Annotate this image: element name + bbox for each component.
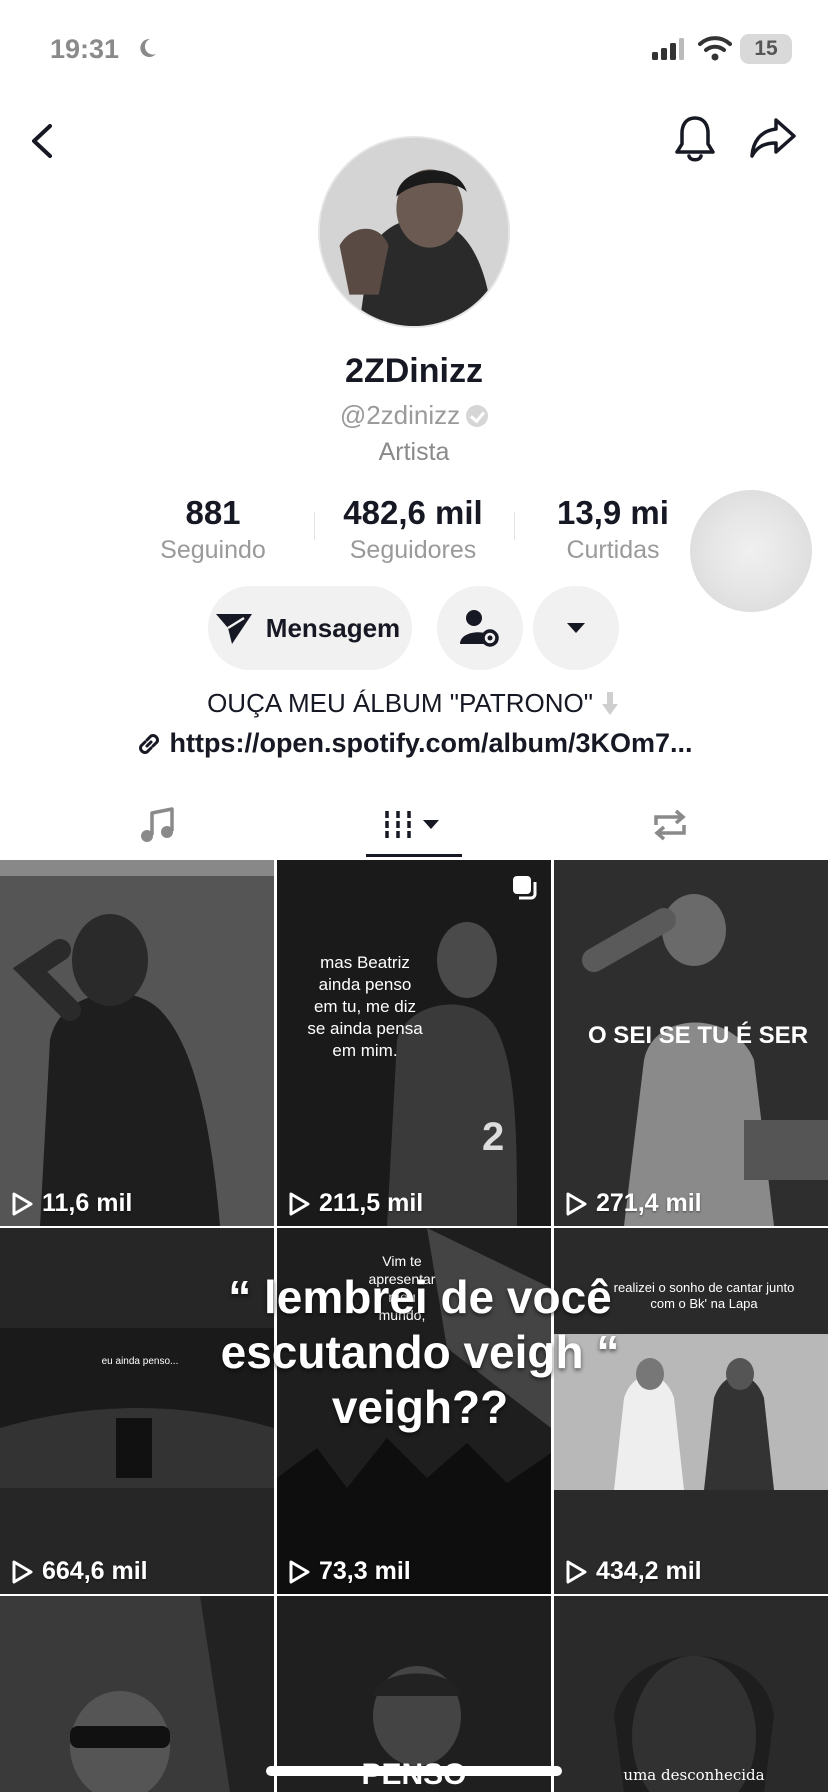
view-count-text: 11,6 mil (42, 1189, 133, 1217)
paper-plane-icon (215, 614, 252, 644)
thumbnail-image (554, 1596, 828, 1792)
video-caption: mas Beatriz ainda penso em tu, me diz se… (307, 953, 423, 1060)
view-count-text: 664,6 mil (42, 1557, 148, 1585)
home-indicator[interactable] (266, 1766, 562, 1776)
profile-tabs (0, 790, 828, 860)
tab-videos[interactable] (276, 790, 552, 860)
play-icon (566, 1192, 587, 1215)
active-tab-indicator (366, 854, 462, 857)
stat-following[interactable]: 881 Seguindo (113, 494, 313, 565)
floating-assistive-button[interactable] (690, 490, 812, 612)
overlay-caption: “ lembrei de você escutando veigh “ veig… (220, 1271, 620, 1434)
play-icon (12, 1192, 33, 1215)
video-thumbnail[interactable]: uma desconhecida (554, 1596, 828, 1792)
svg-text:2: 2 (482, 1115, 504, 1159)
link-icon (139, 734, 160, 754)
message-button[interactable]: Mensagem (208, 586, 412, 670)
video-thumbnail[interactable] (0, 1596, 274, 1792)
view-count-text: 434,2 mil (596, 1557, 702, 1585)
battery-indicator: 15 (740, 34, 792, 64)
view-count: 434,2 mil (564, 1557, 702, 1586)
play-icon (12, 1560, 33, 1583)
avatar[interactable] (318, 136, 510, 328)
handle-row: @2zdinizz (0, 400, 828, 431)
view-count: 211,5 mil (287, 1189, 423, 1218)
bio-link[interactable]: https://open.spotify.com/album/3KOm7... (0, 728, 828, 759)
thumbnail-image (0, 860, 274, 1226)
view-count: 73,3 mil (287, 1557, 411, 1586)
view-count: 11,6 mil (10, 1189, 132, 1218)
stat-label: Seguidores (349, 536, 477, 564)
category-label: Artista (378, 438, 450, 466)
share-icon[interactable] (748, 112, 798, 162)
play-icon (289, 1192, 310, 1215)
status-bar: 19:31 15 (0, 0, 828, 100)
tab-music[interactable] (20, 790, 296, 860)
stat-value: 482,6 mil (343, 494, 483, 531)
stat-likes[interactable]: 13,9 mi Curtidas (513, 494, 713, 565)
video-caption: uma desconhecida (623, 1766, 765, 1784)
play-icon (566, 1560, 587, 1583)
caret-down-icon (567, 623, 585, 633)
signal-icon (652, 38, 684, 60)
video-thumbnail[interactable]: PENSO (277, 1596, 551, 1792)
tab-reposts[interactable] (532, 790, 808, 860)
thumbnail-image (0, 1596, 274, 1792)
handle: @2zdinizz (339, 400, 461, 430)
stat-value: 881 (185, 494, 241, 531)
stat-value: 13,9 mi (557, 494, 669, 531)
video-thumbnail[interactable]: 11,6 mil (0, 860, 274, 1226)
grid-icon (385, 811, 439, 839)
stat-label: Curtidas (566, 536, 660, 564)
more-dropdown-button[interactable] (533, 586, 619, 670)
video-caption: O SEI SE TU É SER (587, 1022, 809, 1049)
chevron-left-icon[interactable] (22, 116, 62, 166)
video-thumbnail[interactable]: O SEI SE TU É SER 271,4 mil (554, 860, 828, 1226)
bio-text: OUÇA MEU ÁLBUM "PATRONO" (207, 688, 593, 718)
stat-label: Seguindo (160, 536, 266, 564)
multi-photo-icon (513, 876, 537, 900)
bio-link-text: https://open.spotify.com/album/3KOm7... (169, 728, 693, 758)
status-time: 19:31 (50, 34, 120, 64)
bio: OUÇA MEU ÁLBUM "PATRONO" (0, 688, 828, 719)
repost-icon (654, 809, 686, 841)
message-label: Mensagem (265, 612, 401, 643)
bell-icon[interactable] (672, 112, 718, 164)
video-thumbnail[interactable]: 2 mas Beatriz ainda penso em tu, me diz … (277, 860, 551, 1226)
moon-icon (140, 38, 156, 57)
person-settings-icon (460, 610, 499, 647)
video-caption: eu ainda penso... (101, 1356, 179, 1367)
wifi-icon (698, 36, 732, 61)
display-name: 2ZDinizz (345, 352, 483, 390)
view-count-text: 73,3 mil (319, 1557, 411, 1585)
view-count: 664,6 mil (10, 1557, 148, 1586)
view-count: 271,4 mil (564, 1189, 702, 1218)
music-note-icon (141, 807, 174, 842)
view-count-text: 271,4 mil (596, 1189, 702, 1217)
pointing-down-icon (601, 692, 618, 715)
person-settings-button[interactable] (437, 586, 523, 670)
view-count-text: 211,5 mil (319, 1189, 424, 1217)
stat-followers[interactable]: 482,6 mil Seguidores (313, 494, 513, 565)
play-icon (289, 1560, 310, 1583)
verified-badge-icon (466, 405, 489, 427)
